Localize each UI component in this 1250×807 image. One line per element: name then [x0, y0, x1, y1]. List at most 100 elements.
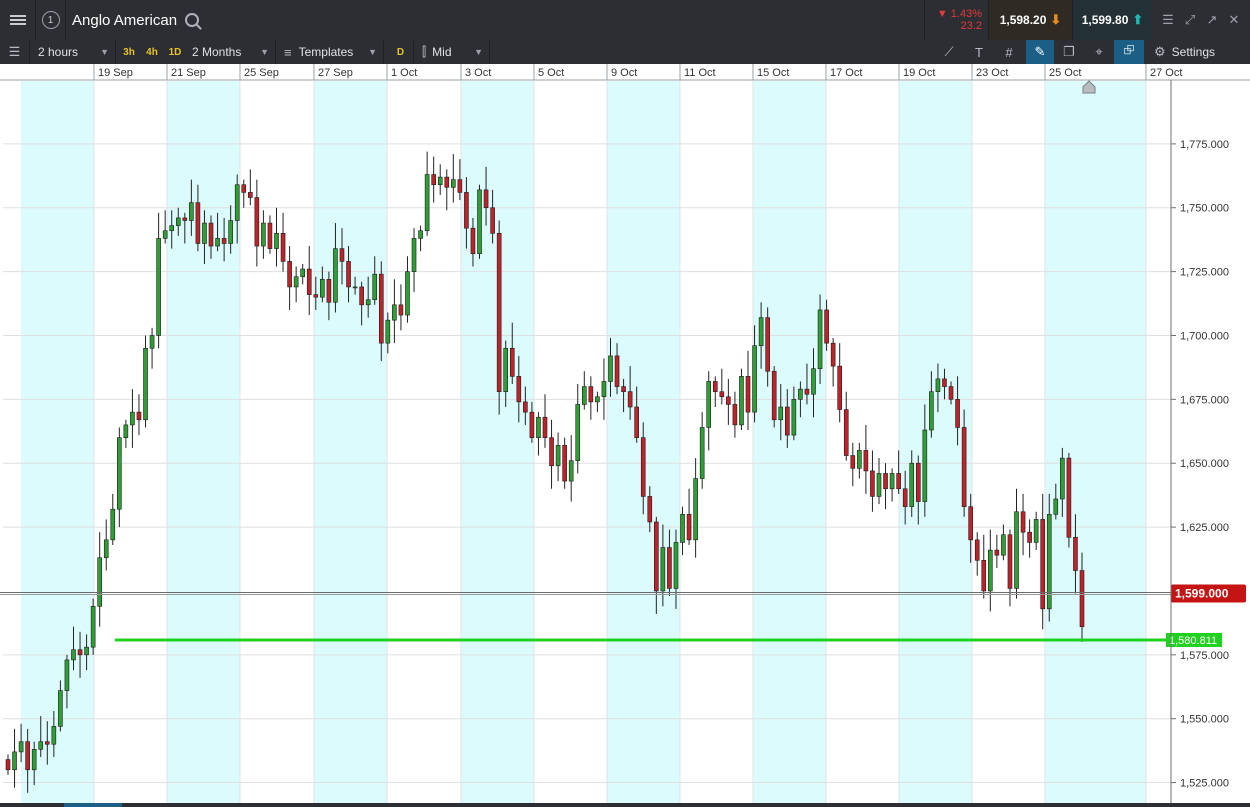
expand-icon[interactable]: ⤢: [1179, 0, 1201, 40]
candle-body: [555, 445, 561, 467]
candle-body: [44, 741, 50, 745]
scrollbar-thumb[interactable]: [64, 803, 122, 807]
buy-button[interactable]: 1,599.80 ⬆: [1072, 0, 1152, 40]
candle-body: [254, 197, 260, 247]
price-label-tool[interactable]: ⮺: [1114, 40, 1144, 64]
candle-body: [346, 261, 351, 288]
y-tick-label: 1,575.000: [1180, 650, 1229, 662]
candle-body: [588, 386, 594, 403]
candle-body: [785, 406, 790, 436]
close-icon[interactable]: ✕: [1223, 0, 1245, 40]
change-percent: ▼ 1.43%: [936, 8, 982, 20]
popout-icon[interactable]: ↗: [1201, 0, 1223, 40]
list-toggle[interactable]: ☰: [0, 40, 30, 64]
templates-select[interactable]: ≡ Templates ▼: [278, 40, 384, 64]
window-count-badge: 1: [41, 11, 60, 29]
x-tick-label: 17 Oct: [830, 67, 862, 79]
candle-body: [850, 455, 856, 469]
candle-body: [352, 286, 358, 289]
candle-body: [640, 437, 646, 497]
candle-body: [706, 381, 712, 428]
quick-interval-label: 4h: [146, 46, 158, 58]
x-tick-label: 3 Oct: [465, 67, 491, 79]
candle-body: [1053, 498, 1059, 515]
copy-icon: ❐: [1063, 44, 1075, 59]
x-tick-label: 27 Sep: [318, 67, 353, 79]
candle-body: [942, 378, 947, 387]
candle-body: [699, 427, 705, 479]
quick-interval-label: 1D: [168, 46, 182, 58]
candle-body: [1027, 531, 1032, 543]
quick-interval-label: 3h: [123, 46, 135, 58]
weekend-bands: [0, 64, 1250, 807]
candle-body: [320, 278, 325, 298]
settings-button[interactable]: ⚙ Settings: [1148, 40, 1250, 64]
daily-toggle[interactable]: D: [388, 40, 414, 64]
candle-body: [889, 473, 895, 490]
candle-body: [516, 376, 522, 403]
candle-body: [451, 179, 456, 188]
candle-body: [581, 386, 587, 405]
text-tool[interactable]: T: [966, 40, 992, 64]
weekend-band: [461, 81, 534, 803]
candle-body: [575, 404, 581, 461]
candle-body: [798, 388, 803, 400]
instrument-selector[interactable]: Anglo American: [72, 0, 200, 40]
candle-body: [117, 437, 122, 510]
candle-body: [25, 741, 30, 771]
trendline-tool[interactable]: ⟋: [936, 40, 962, 64]
gear-icon: ⚙: [1154, 44, 1166, 59]
quick-interval-4h[interactable]: 4h: [143, 40, 161, 64]
candle-body: [568, 460, 574, 482]
price-chart[interactable]: 19 Sep 21 Sep 25 Sep 27 Sep 1 Oct 3 Oct 5 Oct 9…: [0, 64, 1250, 807]
menu-button[interactable]: [0, 0, 36, 40]
candle-body: [634, 406, 639, 438]
weekend-band: [1045, 81, 1146, 803]
candle-body: [686, 514, 692, 541]
sell-button[interactable]: 1,598.20 ⬇: [988, 0, 1072, 40]
candle-body: [647, 496, 653, 523]
candle-body: [817, 309, 823, 369]
search-icon[interactable]: [185, 13, 200, 27]
window-count-button[interactable]: 1: [36, 0, 66, 40]
x-tick-label: 15 Oct: [757, 67, 789, 79]
list-icon: ☰: [8, 44, 21, 59]
candle-body: [31, 749, 37, 771]
layout-icon[interactable]: ☰: [1157, 0, 1179, 40]
candle-body: [293, 276, 299, 288]
range-value: 2 Months: [192, 45, 242, 59]
candle-body: [542, 416, 548, 438]
weekend-band: [314, 81, 387, 803]
quick-interval-3h[interactable]: 3h: [120, 40, 138, 64]
candle-body: [378, 273, 384, 344]
candle-body: [608, 355, 613, 382]
interval-select[interactable]: 2 hours ▼: [30, 40, 116, 64]
draw-tool[interactable]: ✎: [1026, 40, 1054, 64]
change-absolute: 23.2: [960, 20, 982, 32]
caret-down-icon: ▼: [368, 47, 377, 57]
candle-body: [267, 222, 273, 249]
candle-body: [1079, 570, 1085, 628]
candle-body: [123, 424, 129, 438]
candle-body: [496, 232, 502, 392]
y-tick-label: 1,550.000: [1180, 714, 1229, 726]
candle-body: [1033, 519, 1039, 543]
candle-body: [837, 365, 842, 410]
grid-tool[interactable]: #: [996, 40, 1022, 64]
candle-body: [857, 450, 862, 469]
copy-tool[interactable]: ❐: [1056, 40, 1082, 64]
text-icon: T: [975, 44, 983, 60]
candle-body: [405, 271, 410, 316]
candle-body: [935, 378, 941, 392]
candle-body: [300, 268, 305, 278]
bottom-scrollbar[interactable]: [0, 803, 1250, 807]
arrow-down-icon: ⬇: [1050, 12, 1062, 27]
quick-interval-1d[interactable]: 1D: [166, 40, 184, 64]
price-type-select[interactable]: ⫿ Mid ▼: [416, 40, 490, 64]
range-select[interactable]: 2 Months ▼: [186, 40, 276, 64]
x-tick-label: 19 Sep: [98, 67, 133, 79]
crosshair-tool[interactable]: ⌖: [1086, 40, 1112, 64]
candle-body: [896, 473, 901, 490]
candle-body: [464, 192, 469, 229]
y-tick-label: 1,525.000: [1180, 778, 1229, 790]
